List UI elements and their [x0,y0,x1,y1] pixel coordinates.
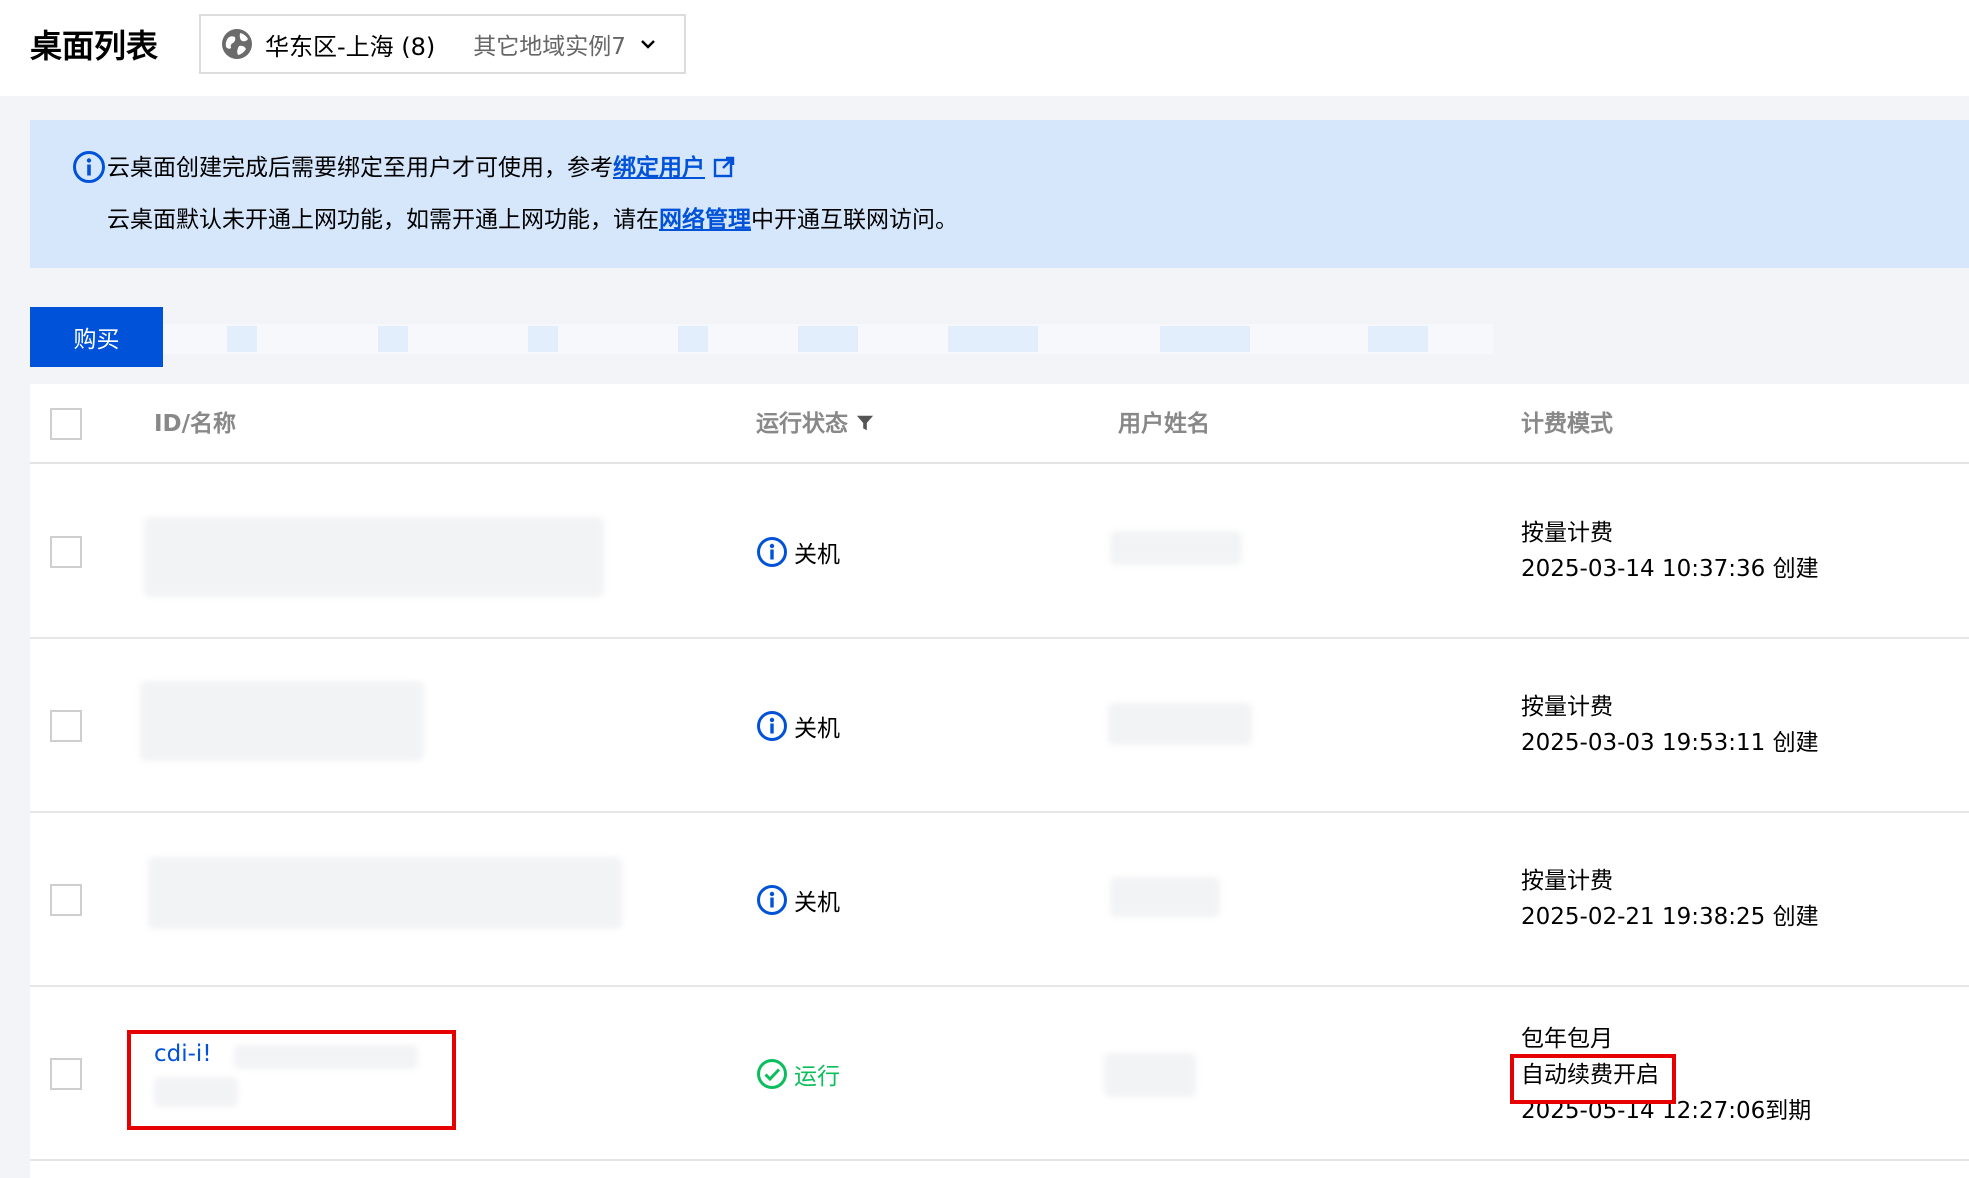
external-link-icon[interactable] [713,156,735,178]
column-header-status[interactable]: 运行状态 [756,408,874,440]
notice-line-2: 云桌面默认未开通上网功能，如需开通上网功能，请在网络管理中开通互联网访问。 [107,207,958,233]
desktop-table: ID/名称 运行状态 用户姓名 计费模式 关机 按量计费 2025-03-14 … [30,384,1969,1178]
globe-icon [222,29,252,59]
column-header-username: 用户姓名 [1118,411,1210,437]
info-circle-icon [757,885,787,915]
status-badge: 关机 [756,709,840,743]
table-header: ID/名称 运行状态 用户姓名 计费模式 [30,384,1969,464]
column-header-id: ID/名称 [154,411,237,437]
notice-line-1: 云桌面创建完成后需要绑定至用户才可使用，参考绑定用户 [107,152,735,184]
table-row: 关机 按量计费 2025-02-21 19:38:25 创建 [30,813,1969,987]
info-circle-icon [757,537,787,567]
row-checkbox[interactable] [50,1058,82,1090]
column-header-billing: 计费模式 [1521,411,1613,437]
redacted-username [1104,1053,1196,1097]
redacted-username [1110,877,1220,917]
table-row: 关机 按量计费 2025-03-03 19:53:11 创建 [30,639,1969,813]
billing-mode: 按量计费 2025-03-14 10:37:36 创建 [1521,520,1819,582]
buy-button[interactable]: 购买 [30,307,163,367]
top-bar: 桌面列表 华东区-上海 (8) 其它地域实例7 [0,0,1969,96]
redacted-name [140,681,424,761]
check-circle-icon [757,1059,787,1089]
redacted-username [1108,703,1252,745]
region-current: 华东区-上海 (8) [265,32,436,61]
row-checkbox[interactable] [50,710,82,742]
redacted-name [144,517,604,597]
page-title: 桌面列表 [30,27,159,65]
highlight-box-id [127,1030,456,1130]
row-checkbox[interactable] [50,884,82,916]
table-row: cdi-i! 运行 包年包月 自动续费开启 2025-05-14 12:27:0… [30,987,1969,1161]
region-select[interactable]: 华东区-上海 (8) 其它地域实例7 [199,14,686,74]
network-management-link[interactable]: 网络管理 [659,207,751,233]
filter-icon[interactable] [856,413,874,433]
notice-banner [30,120,1969,268]
redacted-name [148,857,622,929]
bind-user-link[interactable]: 绑定用户 [613,155,705,181]
chevron-down-icon [641,40,655,49]
table-row: 关机 按量计费 2025-03-14 10:37:36 创建 [30,465,1969,639]
redacted-username [1110,531,1242,565]
highlight-box-renew [1510,1054,1676,1104]
status-badge: 运行 [756,1057,840,1091]
status-badge: 关机 [756,535,840,569]
status-badge: 关机 [756,883,840,917]
billing-mode: 按量计费 2025-03-03 19:53:11 创建 [1521,694,1819,756]
billing-mode: 按量计费 2025-02-21 19:38:25 创建 [1521,868,1819,930]
row-checkbox[interactable] [50,536,82,568]
info-circle-icon [757,711,787,741]
info-icon [73,151,105,183]
blurred-toolbar [163,296,1523,376]
region-other: 其它地域实例7 [473,34,626,60]
select-all-checkbox[interactable] [50,408,82,440]
